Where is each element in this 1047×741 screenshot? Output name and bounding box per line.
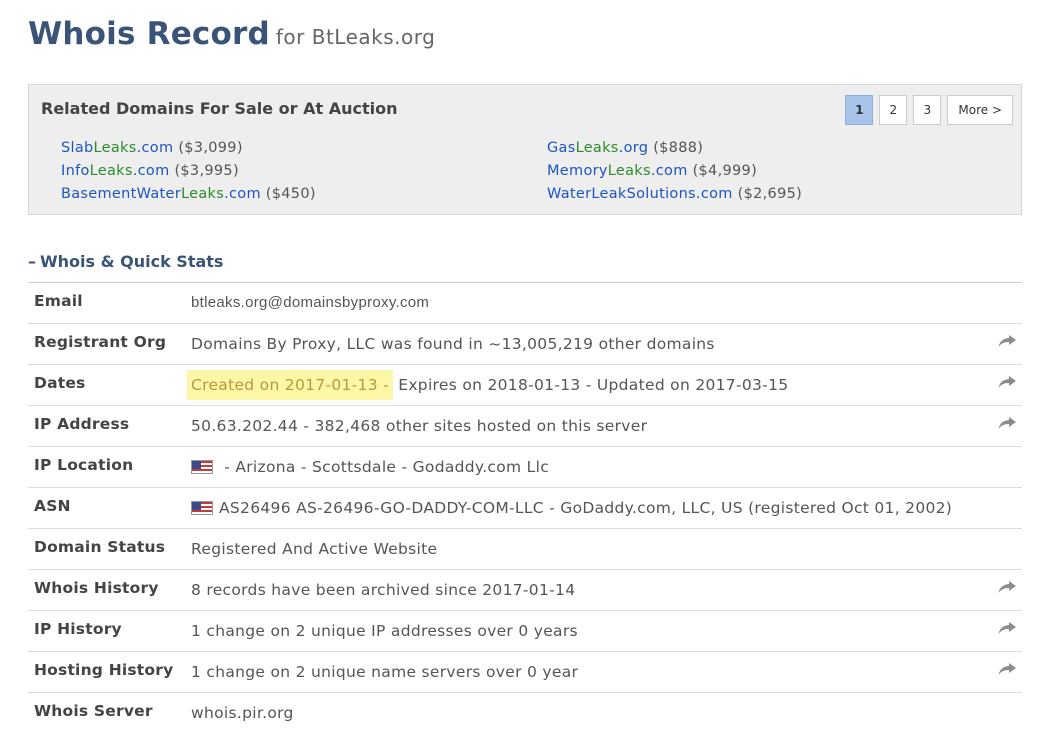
ip-history-value: 1 change on 2 unique IP addresses over 0… (188, 610, 992, 652)
related-domain-link[interactable]: BasementWaterLeaks.com (61, 186, 261, 202)
related-domains-left: SlabLeaks.com ($3,099) InfoLeaks.com ($3… (61, 137, 316, 206)
page-2-button[interactable]: 2 (879, 95, 908, 125)
asn-value: AS26496 AS-26496-GO-DADDY-COM-LLC - GoDa… (188, 487, 992, 529)
row-label: Dates (28, 364, 188, 406)
whois-history-value: 8 records have been archived since 2017-… (188, 569, 992, 611)
domain-price: ($3,995) (174, 163, 239, 179)
share-arrow-icon[interactable] (997, 415, 1017, 431)
related-domain-item: MemoryLeaks.com ($4,999) (547, 160, 802, 183)
share-arrow-icon[interactable] (997, 661, 1017, 677)
domain-price: ($2,695) (737, 186, 803, 202)
section-title: Whois & Quick Stats (40, 252, 224, 271)
related-domain-link[interactable]: SlabLeaks.com (61, 140, 173, 156)
share-arrow-icon[interactable] (997, 333, 1017, 349)
page-title: Whois Record for BtLeaks.org (28, 16, 435, 52)
related-domains-right: GasLeaks.org ($888) MemoryLeaks.com ($4,… (547, 137, 802, 206)
related-domains-panel: Related Domains For Sale or At Auction 1… (28, 84, 1022, 215)
row-label: ASN (28, 487, 188, 529)
related-domains-title: Related Domains For Sale or At Auction (41, 99, 398, 118)
collapse-icon: – (28, 252, 36, 271)
related-domain-item: GasLeaks.org ($888) (547, 137, 802, 160)
row-label: Email (28, 282, 188, 324)
related-domain-item: InfoLeaks.com ($3,995) (61, 160, 316, 183)
whois-stats-table: Email btleaks.org@domainsbyproxy.com Reg… (28, 282, 1022, 733)
related-domain-item: BasementWaterLeaks.com ($450) (61, 183, 316, 206)
related-domain-item: WaterLeakSolutions.com ($2,695) (547, 183, 802, 206)
us-flag-icon (191, 460, 213, 474)
whois-server-value: whois.pir.org (188, 692, 992, 733)
table-row: Domain Status Registered And Active Webs… (28, 528, 1022, 570)
us-flag-icon (191, 501, 213, 515)
table-row: Registrant Org Domains By Proxy, LLC was… (28, 323, 1022, 365)
table-row: Email btleaks.org@domainsbyproxy.com (28, 282, 1022, 324)
domain-price: ($3,099) (178, 140, 243, 156)
more-button[interactable]: More > (947, 95, 1013, 125)
row-label: Domain Status (28, 528, 188, 570)
domain-price: ($4,999) (692, 163, 758, 179)
table-row: Dates Created on 2017-01-13 - Expires on… (28, 364, 1022, 406)
row-label: IP Location (28, 446, 188, 488)
related-domain-item: SlabLeaks.com ($3,099) (61, 137, 316, 160)
dates-value: Created on 2017-01-13 - Expires on 2018-… (187, 364, 992, 406)
table-row: IP Location - Arizona - Scottsdale - God… (28, 446, 1022, 488)
related-domain-link[interactable]: GasLeaks.org (547, 140, 648, 156)
table-row: IP History 1 change on 2 unique IP addre… (28, 610, 1022, 652)
related-domain-link[interactable]: MemoryLeaks.com (547, 163, 688, 179)
ip-address-value: 50.63.202.44 - 382,468 other sites hoste… (188, 405, 992, 447)
row-label: Whois Server (28, 692, 188, 733)
share-arrow-icon[interactable] (997, 374, 1017, 390)
registrant-value: Domains By Proxy, LLC was found in ~13,0… (188, 323, 992, 365)
related-domain-link[interactable]: InfoLeaks.com (61, 163, 170, 179)
related-domain-link[interactable]: WaterLeakSolutions.com (547, 186, 733, 202)
page-1-button[interactable]: 1 (845, 95, 874, 125)
pagination: 1 2 3 More > (845, 95, 1013, 125)
table-row: IP Address 50.63.202.44 - 382,468 other … (28, 405, 1022, 447)
share-arrow-icon[interactable] (997, 620, 1017, 636)
email-value: btleaks.org@domainsbyproxy.com (188, 282, 992, 324)
row-label: IP Address (28, 405, 188, 447)
ip-location-value: - Arizona - Scottsdale - Godaddy.com Llc (188, 446, 992, 488)
row-label: Hosting History (28, 651, 188, 693)
created-date-highlight: Created on 2017-01-13 - (187, 370, 394, 400)
whois-section-toggle[interactable]: – Whois & Quick Stats (28, 252, 223, 271)
page-3-button[interactable]: 3 (913, 95, 942, 125)
row-label: IP History (28, 610, 188, 652)
table-row: Whois History 8 records have been archiv… (28, 569, 1022, 611)
hosting-history-value: 1 change on 2 unique name servers over 0… (188, 651, 992, 693)
domain-price: ($450) (265, 186, 316, 202)
row-label: Whois History (28, 569, 188, 611)
share-arrow-icon[interactable] (997, 579, 1017, 595)
page-subtitle: for BtLeaks.org (275, 25, 436, 49)
domain-status-value: Registered And Active Website (188, 528, 992, 570)
page-title-main: Whois Record (28, 16, 270, 52)
domain-price: ($888) (653, 140, 704, 156)
expires-updated-dates: Expires on 2018-01-13 - Updated on 2017-… (393, 376, 789, 394)
table-row: ASN AS26496 AS-26496-GO-DADDY-COM-LLC - … (28, 487, 1022, 529)
table-row: Hosting History 1 change on 2 unique nam… (28, 651, 1022, 693)
row-label: Registrant Org (28, 323, 188, 365)
table-row: Whois Server whois.pir.org (28, 692, 1022, 733)
